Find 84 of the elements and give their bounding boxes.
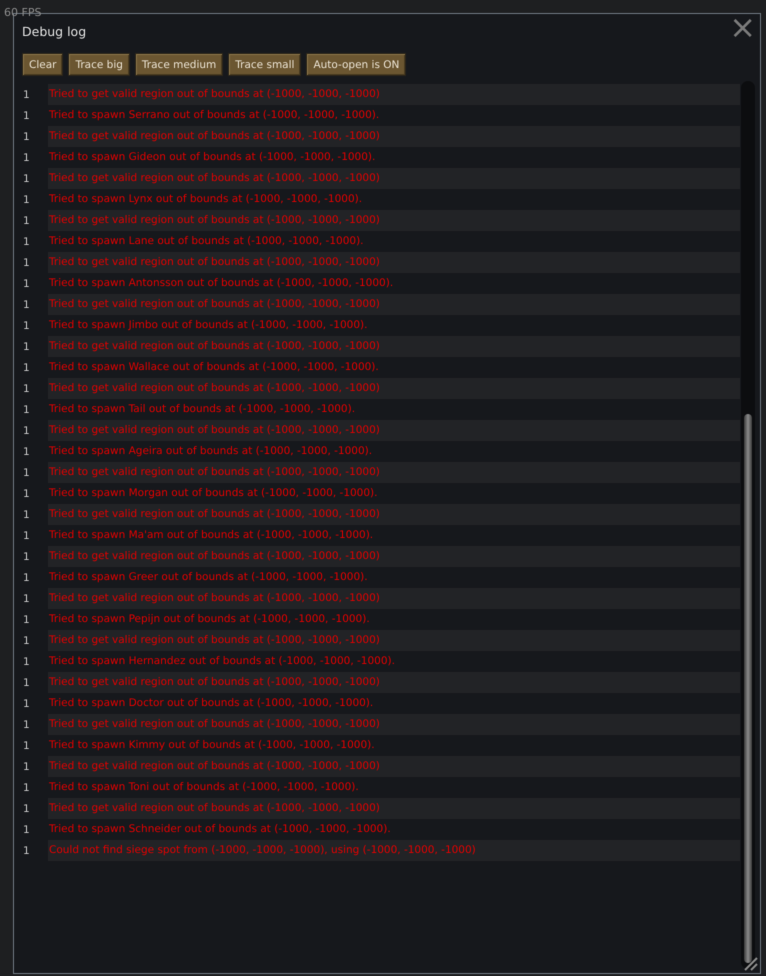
count-text: 1 bbox=[22, 634, 31, 646]
log-message: Tried to spawn Hernandez out of bounds at (-1000, -1000, -1000). bbox=[48, 654, 396, 669]
log-message: Tried to spawn Toni out of bounds at (-1000, -1000, -1000). bbox=[48, 780, 360, 795]
toolbar-button[interactable]: Auto-open is ON bbox=[306, 53, 406, 76]
log-message: Tried to get valid region out of bounds at (-1000, -1000, -1000) bbox=[48, 294, 740, 315]
log-message: Tried to spawn Lane out of bounds at (-1000, -1000, -1000). bbox=[48, 234, 364, 249]
count-text: 1 bbox=[22, 550, 31, 562]
count-text: 1 bbox=[22, 592, 31, 604]
count-text: 1 bbox=[22, 824, 31, 836]
log-message: Tried to get valid region out of bounds at (-1000, -1000, -1000) bbox=[48, 504, 740, 525]
log-message: Tried to get valid region out of bounds at (-1000, -1000, -1000) bbox=[48, 168, 740, 189]
count-text: 1 bbox=[22, 718, 31, 730]
log-message: Tried to spawn Doctor out of bounds at (-1000, -1000, -1000). bbox=[48, 696, 374, 711]
log-message: Tried to spawn Morgan out of bounds at (-1000, -1000, -1000). bbox=[48, 486, 378, 501]
log-message: Tried to get valid region out of bounds at (-1000, -1000, -1000) bbox=[48, 462, 740, 483]
log-message: Tried to spawn Greer out of bounds at (-1000, -1000, -1000). bbox=[48, 570, 369, 585]
count-text: 1 bbox=[22, 802, 31, 814]
log-message: Tried to get valid region out of bounds at (-1000, -1000, -1000) bbox=[48, 672, 740, 693]
toolbar-button[interactable]: Trace big bbox=[68, 53, 130, 76]
count-text: 1 bbox=[22, 572, 31, 584]
scrollbar-thumb[interactable] bbox=[744, 414, 752, 963]
scrollbar[interactable] bbox=[741, 81, 755, 969]
count-text: 1 bbox=[22, 88, 31, 100]
log-message: Tried to get valid region out of bounds at (-1000, -1000, -1000) bbox=[48, 336, 740, 357]
log-message: Tried to spawn Wallace out of bounds at (-1000, -1000, -1000). bbox=[48, 360, 380, 375]
count-text: 1 bbox=[22, 760, 31, 772]
count-text: 1 bbox=[22, 110, 31, 122]
count-text: 1 bbox=[22, 320, 31, 332]
count-text: 1 bbox=[22, 698, 31, 710]
count-text: 1 bbox=[22, 340, 31, 352]
window-title: Debug log bbox=[22, 23, 86, 41]
toolbar-button[interactable]: Trace medium bbox=[134, 53, 224, 76]
log-message: Tried to get valid region out of bounds at (-1000, -1000, -1000) bbox=[48, 210, 740, 231]
count-text: 1 bbox=[22, 214, 31, 226]
count-text: 1 bbox=[22, 404, 31, 416]
count-text: 1 bbox=[22, 530, 31, 542]
log-message: Tried to get valid region out of bounds at (-1000, -1000, -1000) bbox=[48, 84, 740, 105]
count-text: 1 bbox=[22, 382, 31, 394]
log-message: Tried to get valid region out of bounds at (-1000, -1000, -1000) bbox=[48, 714, 740, 735]
log-message: Tried to spawn Serrano out of bounds at (-1000, -1000, -1000). bbox=[48, 108, 380, 123]
count-text: 1 bbox=[22, 172, 31, 184]
count-text: 1 bbox=[22, 656, 31, 668]
log-message: Tried to get valid region out of bounds at (-1000, -1000, -1000) bbox=[48, 420, 740, 441]
log-message: Tried to get valid region out of bounds at (-1000, -1000, -1000) bbox=[48, 126, 740, 147]
count-text: 1 bbox=[22, 466, 31, 478]
log-message: Tried to get valid region out of bounds at (-1000, -1000, -1000) bbox=[48, 630, 740, 651]
count-text: 1 bbox=[22, 740, 31, 752]
count-text: 1 bbox=[22, 152, 31, 164]
log-message: Tried to spawn Jimbo out of bounds at (-1000, -1000, -1000). bbox=[48, 318, 368, 333]
log-message: Tried to spawn Pepijn out of bounds at (-1000, -1000, -1000). bbox=[48, 612, 371, 627]
log-message: Tried to get valid region out of bounds at (-1000, -1000, -1000) bbox=[48, 378, 740, 399]
log-message: Tried to spawn Lynx out of bounds at (-1000, -1000, -1000). bbox=[48, 192, 364, 207]
log-message: Tried to spawn Ma'am out of bounds at (-1000, -1000, -1000). bbox=[48, 528, 374, 543]
count-text: 1 bbox=[22, 844, 31, 856]
count-text: 1 bbox=[22, 194, 31, 206]
count-text: 1 bbox=[22, 508, 31, 520]
count-text: 1 bbox=[22, 446, 31, 458]
count-text: 1 bbox=[22, 236, 31, 248]
toolbar-button[interactable]: Clear bbox=[22, 53, 64, 76]
log-message: Tried to get valid region out of bounds at (-1000, -1000, -1000) bbox=[48, 798, 740, 819]
log-message: Tried to spawn Ageira out of bounds at (-1000, -1000, -1000). bbox=[48, 444, 374, 459]
count-text: 1 bbox=[22, 298, 31, 310]
count-text: 1 bbox=[22, 782, 31, 794]
close-button[interactable]: × bbox=[725, 15, 760, 39]
count-text: 1 bbox=[22, 130, 31, 142]
log-message: Tried to get valid region out of bounds at (-1000, -1000, -1000) bbox=[48, 546, 740, 567]
toolbar-button[interactable]: Trace small bbox=[228, 53, 302, 76]
log-message: Tried to get valid region out of bounds at (-1000, -1000, -1000) bbox=[48, 756, 740, 777]
log-message: Tried to spawn Kimmy out of bounds at (-1000, -1000, -1000). bbox=[48, 738, 376, 753]
count-text: 1 bbox=[22, 424, 31, 436]
log-message: Tried to spawn Schneider out of bounds at (-1000, -1000, -1000). bbox=[48, 822, 392, 837]
count-text: 1 bbox=[22, 278, 31, 290]
resize-grip-icon[interactable] bbox=[744, 957, 758, 971]
count-text: 1 bbox=[22, 676, 31, 688]
log-message: Tried to spawn Tail out of bounds at (-1000, -1000, -1000). bbox=[48, 402, 356, 417]
log-message: Tried to spawn Antonsson out of bounds at (-1000, -1000, -1000). bbox=[48, 276, 394, 291]
count-text: 1 bbox=[22, 256, 31, 268]
log-message: Tried to spawn Gideon out of bounds at (-1000, -1000, -1000). bbox=[48, 150, 376, 165]
log-message: Tried to get valid region out of bounds at (-1000, -1000, -1000) bbox=[48, 588, 740, 609]
log-message: Tried to get valid region out of bounds at (-1000, -1000, -1000) bbox=[48, 252, 740, 273]
count-text: 1 bbox=[22, 362, 31, 374]
log-message: Could not find siege spot from (-1000, -1000, -1000), using (-1000, -1000, -1000) bbox=[48, 840, 740, 861]
count-text: 1 bbox=[22, 614, 31, 626]
count-text: 1 bbox=[22, 488, 31, 500]
